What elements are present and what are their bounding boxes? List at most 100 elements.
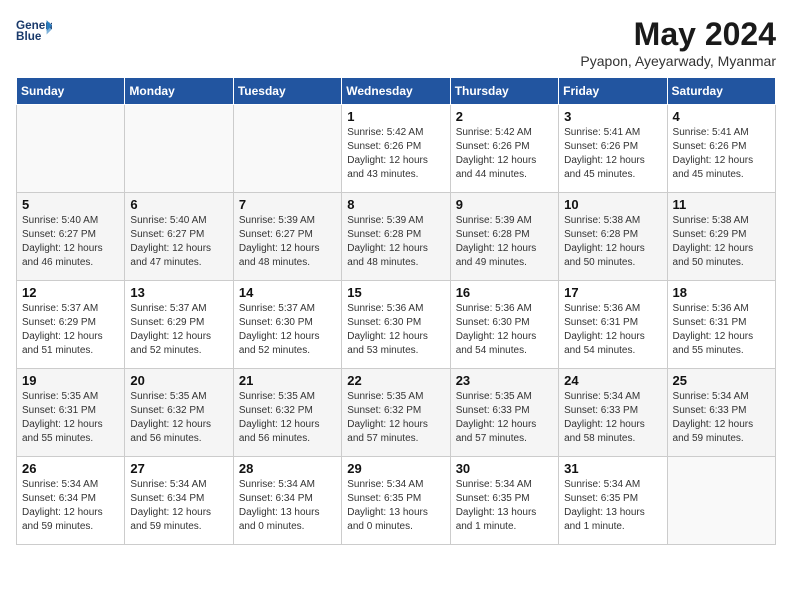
month-title: May 2024	[580, 16, 776, 53]
day-info: Sunrise: 5:39 AM Sunset: 6:27 PM Dayligh…	[239, 214, 336, 270]
day-number: 24	[564, 373, 661, 388]
day-number: 10	[564, 197, 661, 212]
day-info: Sunrise: 5:35 AM Sunset: 6:33 PM Dayligh…	[456, 390, 553, 446]
calendar-body: 1 Sunrise: 5:42 AM Sunset: 6:26 PM Daylig…	[17, 105, 776, 545]
calendar-cell: 9Sunrise: 5:39 AM Sunset: 6:28 PM Daylig…	[450, 193, 558, 281]
calendar-cell: 30Sunrise: 5:34 AM Sunset: 6:35 PM Dayli…	[450, 457, 558, 545]
calendar-cell: 12 Sunrise: 5:37 AM Sunset: 6:29 PM Dayli…	[17, 281, 125, 369]
calendar-cell: 20Sunrise: 5:35 AM Sunset: 6:32 PM Dayli…	[125, 369, 233, 457]
calendar-week-1: 1 Sunrise: 5:42 AM Sunset: 6:26 PM Daylig…	[17, 105, 776, 193]
day-info: Sunrise: 5:34 AM Sunset: 6:34 PM Dayligh…	[130, 478, 227, 534]
day-number: 17	[564, 285, 661, 300]
day-info: Sunrise: 5:41 AM Sunset: 6:26 PM Dayligh…	[564, 126, 661, 182]
calendar-cell: 6 Sunrise: 5:40 AM Sunset: 6:27 PM Daylig…	[125, 193, 233, 281]
day-number: 1	[347, 109, 444, 124]
day-info: Sunrise: 5:42 AM Sunset: 6:26 PM Dayligh…	[347, 126, 444, 182]
day-number: 23	[456, 373, 553, 388]
day-number: 13	[130, 285, 227, 300]
day-number: 27	[130, 461, 227, 476]
day-info: Sunrise: 5:40 AM Sunset: 6:27 PM Dayligh…	[130, 214, 227, 270]
day-number: 29	[347, 461, 444, 476]
day-info: Sunrise: 5:34 AM Sunset: 6:35 PM Dayligh…	[564, 478, 661, 534]
day-info: Sunrise: 5:35 AM Sunset: 6:32 PM Dayligh…	[239, 390, 336, 446]
day-info: Sunrise: 5:36 AM Sunset: 6:31 PM Dayligh…	[673, 302, 770, 358]
calendar-cell: 31 Sunrise: 5:34 AM Sunset: 6:35 PM Dayli…	[559, 457, 667, 545]
calendar-week-5: 26 Sunrise: 5:34 AM Sunset: 6:34 PM Dayli…	[17, 457, 776, 545]
calendar-cell: 10 Sunrise: 5:38 AM Sunset: 6:28 PM Dayli…	[559, 193, 667, 281]
day-number: 12	[22, 285, 119, 300]
day-info: Sunrise: 5:35 AM Sunset: 6:32 PM Dayligh…	[130, 390, 227, 446]
calendar-cell: 22 Sunrise: 5:35 AM Sunset: 6:32 PM Dayli…	[342, 369, 450, 457]
calendar-cell: 2Sunrise: 5:42 AM Sunset: 6:26 PM Daylig…	[450, 105, 558, 193]
day-number: 11	[673, 197, 770, 212]
day-number: 4	[673, 109, 770, 124]
calendar-cell: 5 Sunrise: 5:40 AM Sunset: 6:27 PM Daylig…	[17, 193, 125, 281]
day-number: 30	[456, 461, 553, 476]
day-info: Sunrise: 5:38 AM Sunset: 6:28 PM Dayligh…	[564, 214, 661, 270]
calendar-cell: 26 Sunrise: 5:34 AM Sunset: 6:34 PM Dayli…	[17, 457, 125, 545]
day-number: 18	[673, 285, 770, 300]
day-info: Sunrise: 5:34 AM Sunset: 6:33 PM Dayligh…	[673, 390, 770, 446]
day-info: Sunrise: 5:35 AM Sunset: 6:32 PM Dayligh…	[347, 390, 444, 446]
day-number: 22	[347, 373, 444, 388]
subtitle: Pyapon, Ayeyarwady, Myanmar	[580, 53, 776, 69]
day-number: 16	[456, 285, 553, 300]
day-number: 2	[456, 109, 553, 124]
day-number: 25	[673, 373, 770, 388]
logo: General Blue	[16, 16, 52, 44]
header: General Blue May 2024 Pyapon, Ayeyarwady…	[16, 16, 776, 69]
calendar-cell: 25 Sunrise: 5:34 AM Sunset: 6:33 PM Dayli…	[667, 369, 775, 457]
day-info: Sunrise: 5:35 AM Sunset: 6:31 PM Dayligh…	[22, 390, 119, 446]
day-info: Sunrise: 5:38 AM Sunset: 6:29 PM Dayligh…	[673, 214, 770, 270]
day-number: 15	[347, 285, 444, 300]
day-info: Sunrise: 5:36 AM Sunset: 6:30 PM Dayligh…	[347, 302, 444, 358]
day-number: 26	[22, 461, 119, 476]
day-info: Sunrise: 5:36 AM Sunset: 6:30 PM Dayligh…	[456, 302, 553, 358]
calendar-table: SundayMondayTuesdayWednesdayThursdayFrid…	[16, 77, 776, 545]
day-info: Sunrise: 5:34 AM Sunset: 6:33 PM Dayligh…	[564, 390, 661, 446]
calendar-cell: 29 Sunrise: 5:34 AM Sunset: 6:35 PM Dayli…	[342, 457, 450, 545]
day-info: Sunrise: 5:34 AM Sunset: 6:35 PM Dayligh…	[347, 478, 444, 534]
calendar-week-4: 19 Sunrise: 5:35 AM Sunset: 6:31 PM Dayli…	[17, 369, 776, 457]
day-info: Sunrise: 5:37 AM Sunset: 6:29 PM Dayligh…	[130, 302, 227, 358]
calendar-cell	[667, 457, 775, 545]
calendar-cell	[125, 105, 233, 193]
day-number: 6	[130, 197, 227, 212]
day-number: 28	[239, 461, 336, 476]
header-cell-tuesday: Tuesday	[233, 78, 341, 105]
calendar-cell: 15 Sunrise: 5:36 AM Sunset: 6:30 PM Dayli…	[342, 281, 450, 369]
calendar-cell: 18 Sunrise: 5:36 AM Sunset: 6:31 PM Dayli…	[667, 281, 775, 369]
header-cell-friday: Friday	[559, 78, 667, 105]
header-cell-sunday: Sunday	[17, 78, 125, 105]
calendar-cell: 24 Sunrise: 5:34 AM Sunset: 6:33 PM Dayli…	[559, 369, 667, 457]
day-number: 5	[22, 197, 119, 212]
day-number: 8	[347, 197, 444, 212]
day-number: 9	[456, 197, 553, 212]
day-number: 14	[239, 285, 336, 300]
day-number: 19	[22, 373, 119, 388]
title-area: May 2024 Pyapon, Ayeyarwady, Myanmar	[580, 16, 776, 69]
calendar-cell: 28 Sunrise: 5:34 AM Sunset: 6:34 PM Dayli…	[233, 457, 341, 545]
day-number: 21	[239, 373, 336, 388]
calendar-cell: 14Sunrise: 5:37 AM Sunset: 6:30 PM Dayli…	[233, 281, 341, 369]
logo-icon: General Blue	[16, 16, 52, 44]
header-cell-wednesday: Wednesday	[342, 78, 450, 105]
day-info: Sunrise: 5:40 AM Sunset: 6:27 PM Dayligh…	[22, 214, 119, 270]
svg-text:Blue: Blue	[16, 30, 42, 43]
calendar-cell: 27 Sunrise: 5:34 AM Sunset: 6:34 PM Dayli…	[125, 457, 233, 545]
calendar-cell: 21 Sunrise: 5:35 AM Sunset: 6:32 PM Dayli…	[233, 369, 341, 457]
calendar-cell: 11 Sunrise: 5:38 AM Sunset: 6:29 PM Dayli…	[667, 193, 775, 281]
day-info: Sunrise: 5:36 AM Sunset: 6:31 PM Dayligh…	[564, 302, 661, 358]
day-info: Sunrise: 5:34 AM Sunset: 6:34 PM Dayligh…	[22, 478, 119, 534]
header-row: SundayMondayTuesdayWednesdayThursdayFrid…	[17, 78, 776, 105]
calendar-cell: 17 Sunrise: 5:36 AM Sunset: 6:31 PM Dayli…	[559, 281, 667, 369]
day-info: Sunrise: 5:34 AM Sunset: 6:34 PM Dayligh…	[239, 478, 336, 534]
calendar-cell: 19 Sunrise: 5:35 AM Sunset: 6:31 PM Dayli…	[17, 369, 125, 457]
calendar-cell	[233, 105, 341, 193]
day-info: Sunrise: 5:37 AM Sunset: 6:29 PM Dayligh…	[22, 302, 119, 358]
calendar-week-2: 5 Sunrise: 5:40 AM Sunset: 6:27 PM Daylig…	[17, 193, 776, 281]
day-number: 3	[564, 109, 661, 124]
header-cell-monday: Monday	[125, 78, 233, 105]
calendar-cell: 3 Sunrise: 5:41 AM Sunset: 6:26 PM Daylig…	[559, 105, 667, 193]
day-number: 31	[564, 461, 661, 476]
